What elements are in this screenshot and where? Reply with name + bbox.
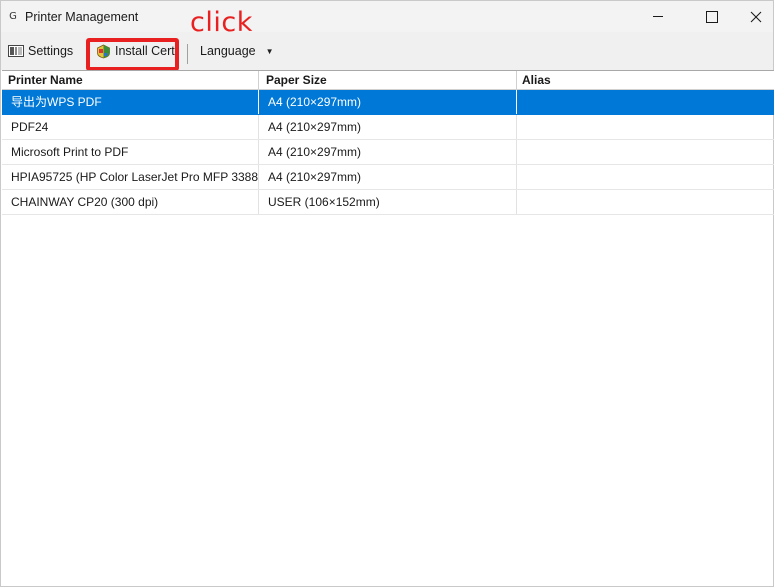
alias-cell[interactable] bbox=[517, 90, 774, 114]
minimize-button[interactable] bbox=[633, 1, 679, 32]
paper-size-cell: A4 (210×297mm) bbox=[259, 115, 517, 139]
printer-management-window: G Printer Management Settings Install Ce… bbox=[0, 0, 774, 587]
alias-cell[interactable] bbox=[517, 140, 774, 164]
maximize-button[interactable] bbox=[687, 1, 733, 32]
window-title: Printer Management bbox=[25, 10, 139, 24]
table-row[interactable]: Microsoft Print to PDF A4 (210×297mm) bbox=[2, 140, 774, 165]
printer-table: Printer Name Paper Size Alias 导出为WPS PDF… bbox=[2, 70, 774, 215]
alias-cell[interactable] bbox=[517, 190, 774, 214]
close-icon bbox=[750, 11, 762, 23]
table-row[interactable]: CHAINWAY CP20 (300 dpi) USER (106×152mm) bbox=[2, 190, 774, 215]
title-bar[interactable]: G Printer Management bbox=[1, 1, 773, 32]
settings-label: Settings bbox=[28, 44, 74, 58]
dropdown-arrow-icon: ▼ bbox=[265, 46, 274, 56]
close-button[interactable] bbox=[733, 1, 774, 32]
table-row[interactable]: 导出为WPS PDF A4 (210×297mm) bbox=[2, 90, 774, 115]
printer-name-cell: CHAINWAY CP20 (300 dpi) bbox=[2, 190, 259, 214]
table-header: Printer Name Paper Size Alias bbox=[2, 70, 774, 90]
annotation-click-label: click bbox=[190, 7, 253, 38]
language-dropdown[interactable]: Language ▼ bbox=[200, 38, 274, 64]
printer-name-cell: Microsoft Print to PDF bbox=[2, 140, 259, 164]
toolbar-separator bbox=[187, 44, 188, 64]
alias-cell[interactable] bbox=[517, 115, 774, 139]
table-row[interactable]: HPIA95725 (HP Color LaserJet Pro MFP 338… bbox=[2, 165, 774, 190]
table-row[interactable]: PDF24 A4 (210×297mm) bbox=[2, 115, 774, 140]
column-header-alias[interactable]: Alias bbox=[517, 71, 774, 90]
printer-name-cell: HPIA95725 (HP Color LaserJet Pro MFP 338… bbox=[2, 165, 259, 189]
printer-name-cell: 导出为WPS PDF bbox=[2, 90, 259, 114]
column-header-printer-name[interactable]: Printer Name bbox=[2, 71, 259, 90]
settings-icon bbox=[8, 45, 24, 57]
language-label: Language bbox=[200, 44, 256, 58]
annotation-highlight-box bbox=[86, 38, 179, 71]
paper-size-cell: A4 (210×297mm) bbox=[259, 140, 517, 164]
paper-size-cell: A4 (210×297mm) bbox=[259, 90, 517, 114]
alias-cell[interactable] bbox=[517, 165, 774, 189]
paper-size-cell: USER (106×152mm) bbox=[259, 190, 517, 214]
paper-size-cell: A4 (210×297mm) bbox=[259, 165, 517, 189]
column-header-paper-size[interactable]: Paper Size bbox=[260, 71, 517, 90]
settings-button[interactable]: Settings bbox=[8, 38, 73, 64]
printer-name-cell: PDF24 bbox=[2, 115, 259, 139]
app-icon: G bbox=[9, 11, 17, 22]
